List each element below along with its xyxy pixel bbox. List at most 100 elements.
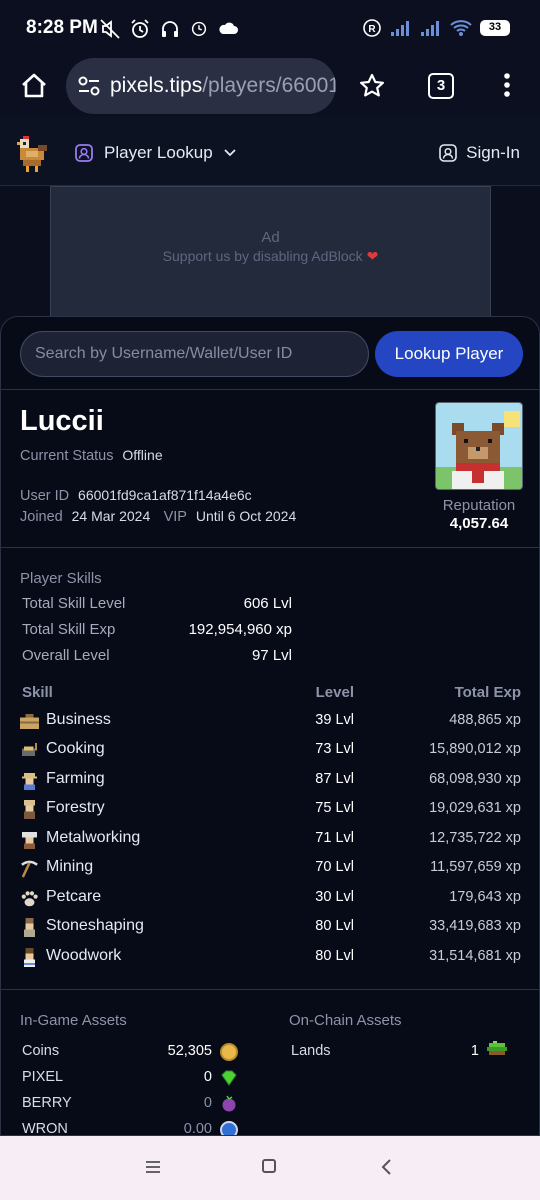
- clock-icon: [191, 21, 207, 36]
- header-level: Level: [315, 684, 354, 701]
- land-icon: [487, 1041, 507, 1055]
- home-icon[interactable]: [18, 70, 50, 102]
- reputation-label: Reputation: [442, 497, 516, 514]
- skill-exp: 31,514,681 xp: [429, 948, 521, 964]
- bookmark-star-icon[interactable]: [358, 72, 386, 100]
- address-bar[interactable]: pixels.tips/players/66001fd9ca1af871f14a…: [66, 58, 336, 114]
- coin-icon: [220, 1043, 238, 1061]
- joined-value: 24 Mar 2024: [71, 508, 151, 524]
- skill-row-petcare[interactable]: Petcare 30 Lvl 179,643 xp: [20, 887, 521, 913]
- skill-exp: 488,865 xp: [449, 712, 521, 728]
- asset-value: 52,305: [167, 1043, 212, 1059]
- skill-name: Business: [46, 711, 111, 728]
- url-host: pixels.tips: [110, 74, 203, 97]
- asset-row-lands: Lands 1: [291, 1041, 509, 1065]
- skill-exp: 179,643 xp: [449, 889, 521, 905]
- home-nav-icon[interactable]: [262, 1159, 276, 1173]
- joined-label: Joined: [20, 509, 63, 525]
- status-time: 8:28 PM: [26, 17, 98, 38]
- tab-switcher-button[interactable]: 3: [428, 73, 454, 99]
- asset-value: 0: [203, 1069, 212, 1085]
- asset-value: 0: [203, 1095, 212, 1111]
- header-exp: Total Exp: [454, 684, 521, 701]
- url-text[interactable]: pixels.tips/players/66001fd9ca1af871f14a…: [110, 74, 336, 98]
- sign-in-label: Sign-In: [466, 143, 520, 162]
- ad-subtitle-text: Support us by disabling AdBlock: [162, 248, 363, 264]
- asset-row-wron: WRON 0.00: [22, 1121, 240, 1136]
- player-joined: Joined 24 Mar 2024 VIP Until 6 Oct 2024: [20, 508, 296, 526]
- signal-icon: [421, 21, 439, 36]
- skill-name: Petcare: [46, 888, 102, 905]
- pickaxe-icon: [21, 860, 38, 878]
- vip-value: Until 6 Oct 2024: [195, 508, 297, 524]
- asset-label: Coins: [22, 1043, 60, 1059]
- skill-row-farming[interactable]: Farming 87 Lvl 68,098,930 xp: [20, 769, 521, 795]
- lookup-player-button[interactable]: Lookup Player: [375, 331, 523, 377]
- status-label: Current Status: [20, 448, 114, 464]
- skill-row-woodwork[interactable]: Woodwork 80 Lvl 31,514,681 xp: [20, 946, 521, 972]
- skill-level: 80 Lvl: [315, 918, 354, 934]
- sign-in-link[interactable]: Sign-In: [438, 143, 520, 163]
- status-left-icons: [99, 18, 239, 40]
- browser-toolbar: pixels.tips/players/66001fd9ca1af871f14a…: [0, 58, 540, 116]
- mute-icon: [100, 19, 120, 39]
- skill-level: 75 Lvl: [315, 800, 354, 816]
- summary-value: 97 Lvl: [251, 647, 292, 664]
- skill-row-cooking[interactable]: Cooking 73 Lvl 15,890,012 xp: [20, 739, 521, 765]
- farming-icon: [21, 772, 38, 790]
- summary-value: 192,954,960 xp: [188, 621, 292, 638]
- site-settings-icon[interactable]: [77, 75, 101, 97]
- summary-row: Overall Level 97 Lvl: [22, 647, 292, 669]
- summary-row: Total Skill Level 606 Lvl: [22, 595, 292, 617]
- player-name: Luccii: [20, 405, 104, 437]
- system-nav-bar: [0, 1136, 540, 1200]
- more-menu-icon[interactable]: [496, 71, 518, 99]
- player-user-id: User ID 66001fd9ca1af871f14a4e6c: [20, 487, 252, 505]
- skill-level: 39 Lvl: [315, 712, 354, 728]
- back-icon[interactable]: [380, 1158, 392, 1176]
- asset-label: BERRY: [22, 1095, 72, 1111]
- asset-row-pixel: PIXEL 0: [22, 1069, 240, 1091]
- skill-row-stoneshaping[interactable]: Stoneshaping 80 Lvl 33,419,683 xp: [20, 916, 521, 942]
- skill-level: 87 Lvl: [315, 771, 354, 787]
- skill-level: 30 Lvl: [315, 889, 354, 905]
- divider: [1, 389, 539, 390]
- ad-banner[interactable]: Ad Support us by disabling AdBlock ❤: [50, 186, 491, 320]
- player-lookup-nav[interactable]: Player Lookup: [74, 143, 237, 163]
- asset-row-coins: Coins 52,305: [22, 1043, 240, 1065]
- summary-value: 606 Lvl: [243, 595, 292, 612]
- vip-label: VIP: [163, 509, 187, 525]
- chicken-logo-icon[interactable]: [14, 136, 50, 172]
- metalworking-icon: [21, 831, 38, 849]
- reputation-value: 4,057.64: [449, 515, 509, 532]
- skill-name: Forestry: [46, 799, 105, 816]
- skill-row-metalworking[interactable]: Metalworking 71 Lvl 12,735,722 xp: [20, 828, 521, 854]
- player-card: Lookup Player Luccii Current Status Offl…: [0, 316, 540, 1136]
- stoneshaping-icon: [23, 918, 36, 937]
- headset-icon: [162, 21, 178, 37]
- wifi-icon: [450, 20, 472, 36]
- user-id-label: User ID: [20, 488, 70, 504]
- summary-row: Total Skill Exp 192,954,960 xp: [22, 621, 292, 643]
- skill-row-business[interactable]: Business 39 Lvl 488,865 xp: [20, 710, 521, 736]
- skill-row-forestry[interactable]: Forestry 75 Lvl 19,029,631 xp: [20, 798, 521, 824]
- ronin-icon: [220, 1121, 238, 1135]
- asset-value: 0.00: [183, 1121, 212, 1136]
- divider: [1, 547, 539, 548]
- recent-apps-icon[interactable]: [145, 1160, 161, 1174]
- paw-icon: [21, 891, 38, 907]
- skill-exp: 33,419,683 xp: [429, 918, 521, 934]
- asset-label: Lands: [291, 1043, 331, 1059]
- skill-exp: 11,597,659 xp: [430, 859, 521, 875]
- divider: [1, 989, 539, 990]
- skill-name: Woodwork: [46, 947, 122, 964]
- asset-row-berry: BERRY 0: [22, 1095, 240, 1117]
- asset-label: WRON: [22, 1121, 68, 1136]
- skill-level: 70 Lvl: [315, 859, 354, 875]
- forestry-icon: [23, 800, 36, 819]
- player-lookup-label: Player Lookup: [104, 143, 213, 162]
- skill-level: 71 Lvl: [315, 830, 354, 846]
- search-input[interactable]: [20, 331, 369, 377]
- skill-row-mining[interactable]: Mining 70 Lvl 11,597,659 xp: [20, 857, 521, 883]
- heart-icon: ❤: [366, 248, 379, 264]
